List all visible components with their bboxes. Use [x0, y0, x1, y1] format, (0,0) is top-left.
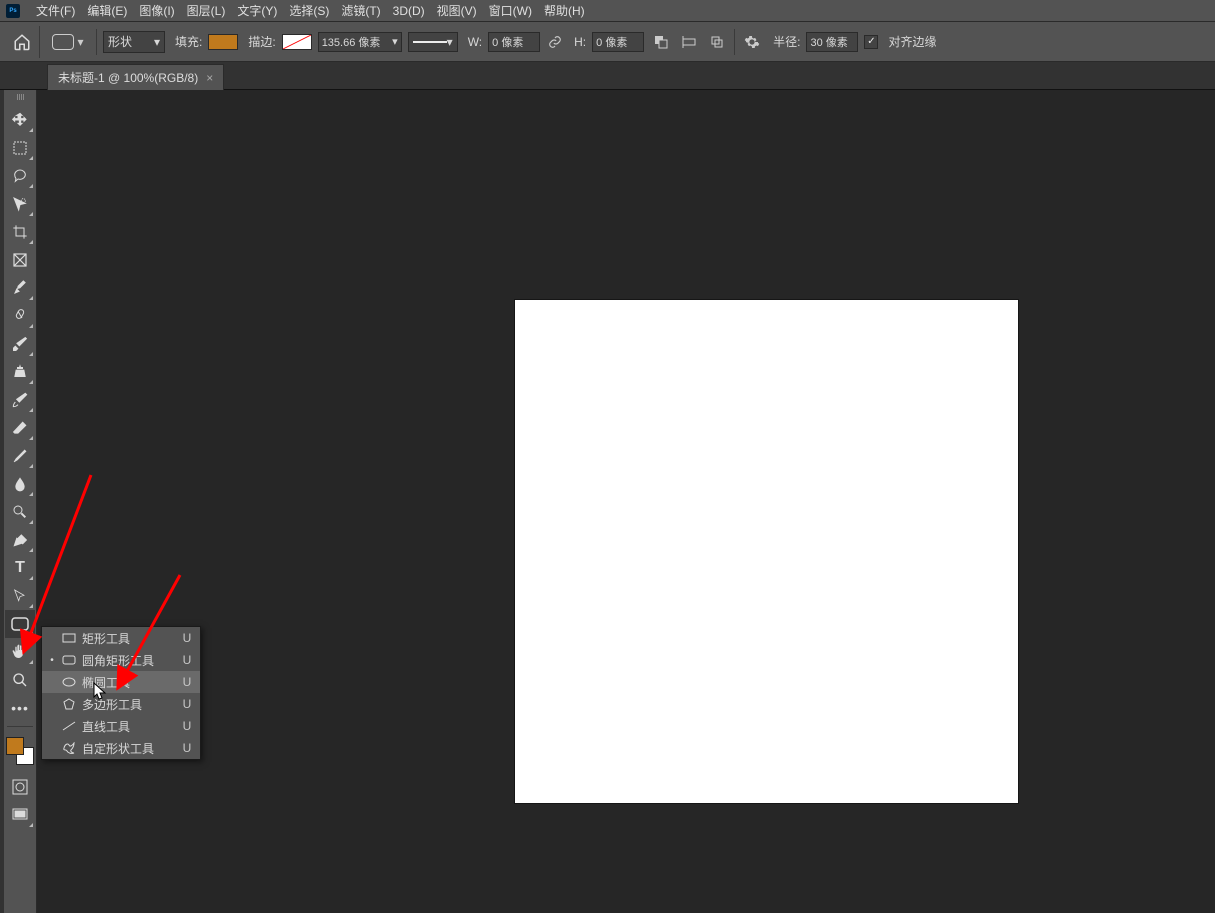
- radius-label: 半径:: [773, 33, 800, 50]
- cursor-icon: [93, 682, 107, 703]
- flyout-line-tool[interactable]: 直线工具 U: [42, 715, 200, 737]
- align-edges-checkbox[interactable]: [864, 35, 878, 49]
- toolbox-grip[interactable]: [5, 94, 35, 104]
- document-tab[interactable]: 未标题-1 @ 100%(RGB/8) ×: [47, 64, 224, 90]
- marquee-tool-icon[interactable]: [5, 134, 35, 162]
- healing-brush-tool-icon[interactable]: [5, 302, 35, 330]
- fill-label: 填充:: [175, 33, 202, 50]
- path-align-icon[interactable]: [678, 31, 700, 53]
- brush-tool-icon[interactable]: [5, 330, 35, 358]
- width-input[interactable]: 0 像素: [488, 32, 540, 52]
- flyout-custom-shape-tool[interactable]: 自定形状工具 U: [42, 737, 200, 759]
- link-wh-icon[interactable]: [546, 33, 564, 51]
- document-canvas[interactable]: [515, 300, 1018, 803]
- gradient-tool-icon[interactable]: [5, 442, 35, 470]
- menu-filter[interactable]: 滤镜(T): [335, 2, 386, 19]
- move-tool-icon[interactable]: [5, 106, 35, 134]
- color-swatch-control[interactable]: [6, 737, 34, 765]
- menu-select[interactable]: 选择(S): [283, 2, 335, 19]
- annotation-arrow-1: [21, 470, 101, 653]
- options-bar: ▾ 形状 ▾ 填充: 描边: 135.66 像素▾ ▾ W: 0 像素 H: 0…: [0, 22, 1215, 62]
- frame-tool-icon[interactable]: [5, 246, 35, 274]
- menu-view[interactable]: 视图(V): [431, 2, 483, 19]
- menu-edit[interactable]: 编辑(E): [81, 2, 133, 19]
- path-arrange-icon[interactable]: [706, 31, 728, 53]
- menu-image[interactable]: 图像(I): [133, 2, 180, 19]
- stroke-label: 描边:: [248, 33, 275, 50]
- close-tab-icon[interactable]: ×: [206, 71, 213, 85]
- path-operations-icon[interactable]: [650, 31, 672, 53]
- height-input[interactable]: 0 像素: [592, 32, 644, 52]
- align-edges-label: 对齐边缘: [888, 33, 936, 50]
- app-icon: Ps: [6, 4, 20, 18]
- line-icon: [60, 721, 78, 731]
- crop-tool-icon[interactable]: [5, 218, 35, 246]
- main-area: T •••: [0, 90, 1215, 913]
- home-button[interactable]: [4, 26, 40, 58]
- stroke-style-dropdown[interactable]: ▾: [408, 32, 458, 52]
- width-label: W:: [468, 35, 482, 49]
- rounded-rectangle-icon: [60, 655, 78, 665]
- shape-mode-dropdown[interactable]: 形状 ▾: [103, 31, 165, 53]
- eyedropper-tool-icon[interactable]: [5, 274, 35, 302]
- polygon-icon: [60, 698, 78, 710]
- edit-toolbar-icon[interactable]: •••: [5, 694, 35, 722]
- shape-mode-label: 形状: [108, 33, 132, 50]
- stroke-width-input[interactable]: 135.66 像素▾: [318, 32, 402, 52]
- menu-type[interactable]: 文字(Y): [231, 2, 283, 19]
- height-label: H:: [574, 35, 586, 49]
- annotation-arrow-2: [115, 570, 195, 693]
- menu-layer[interactable]: 图层(L): [181, 2, 232, 19]
- menu-3d[interactable]: 3D(D): [387, 4, 431, 18]
- canvas-viewport[interactable]: [37, 90, 1215, 913]
- foreground-color-swatch[interactable]: [6, 737, 24, 755]
- fill-color-swatch[interactable]: [208, 34, 238, 50]
- menu-bar: Ps 文件(F) 编辑(E) 图像(I) 图层(L) 文字(Y) 选择(S) 滤…: [0, 0, 1215, 22]
- zoom-tool-icon[interactable]: [5, 666, 35, 694]
- history-brush-tool-icon[interactable]: [5, 386, 35, 414]
- tool-preset-picker[interactable]: ▾: [46, 28, 90, 56]
- flyout-polygon-tool[interactable]: 多边形工具 U: [42, 693, 200, 715]
- screenmode-icon[interactable]: [5, 801, 35, 829]
- custom-shape-icon: [60, 742, 78, 754]
- document-tab-title: 未标题-1 @ 100%(RGB/8): [58, 69, 198, 86]
- eraser-tool-icon[interactable]: [5, 414, 35, 442]
- ellipse-icon: [60, 677, 78, 687]
- quick-select-tool-icon[interactable]: [5, 190, 35, 218]
- gear-icon[interactable]: [741, 31, 763, 53]
- menu-file[interactable]: 文件(F): [30, 2, 81, 19]
- document-tab-strip: 未标题-1 @ 100%(RGB/8) ×: [0, 62, 1215, 90]
- clone-stamp-tool-icon[interactable]: [5, 358, 35, 386]
- radius-input[interactable]: 30 像素: [806, 32, 858, 52]
- quickmask-icon[interactable]: [5, 773, 35, 801]
- menu-help[interactable]: 帮助(H): [538, 2, 591, 19]
- menu-window[interactable]: 窗口(W): [483, 2, 538, 19]
- lasso-tool-icon[interactable]: [5, 162, 35, 190]
- stroke-color-swatch[interactable]: [282, 34, 312, 50]
